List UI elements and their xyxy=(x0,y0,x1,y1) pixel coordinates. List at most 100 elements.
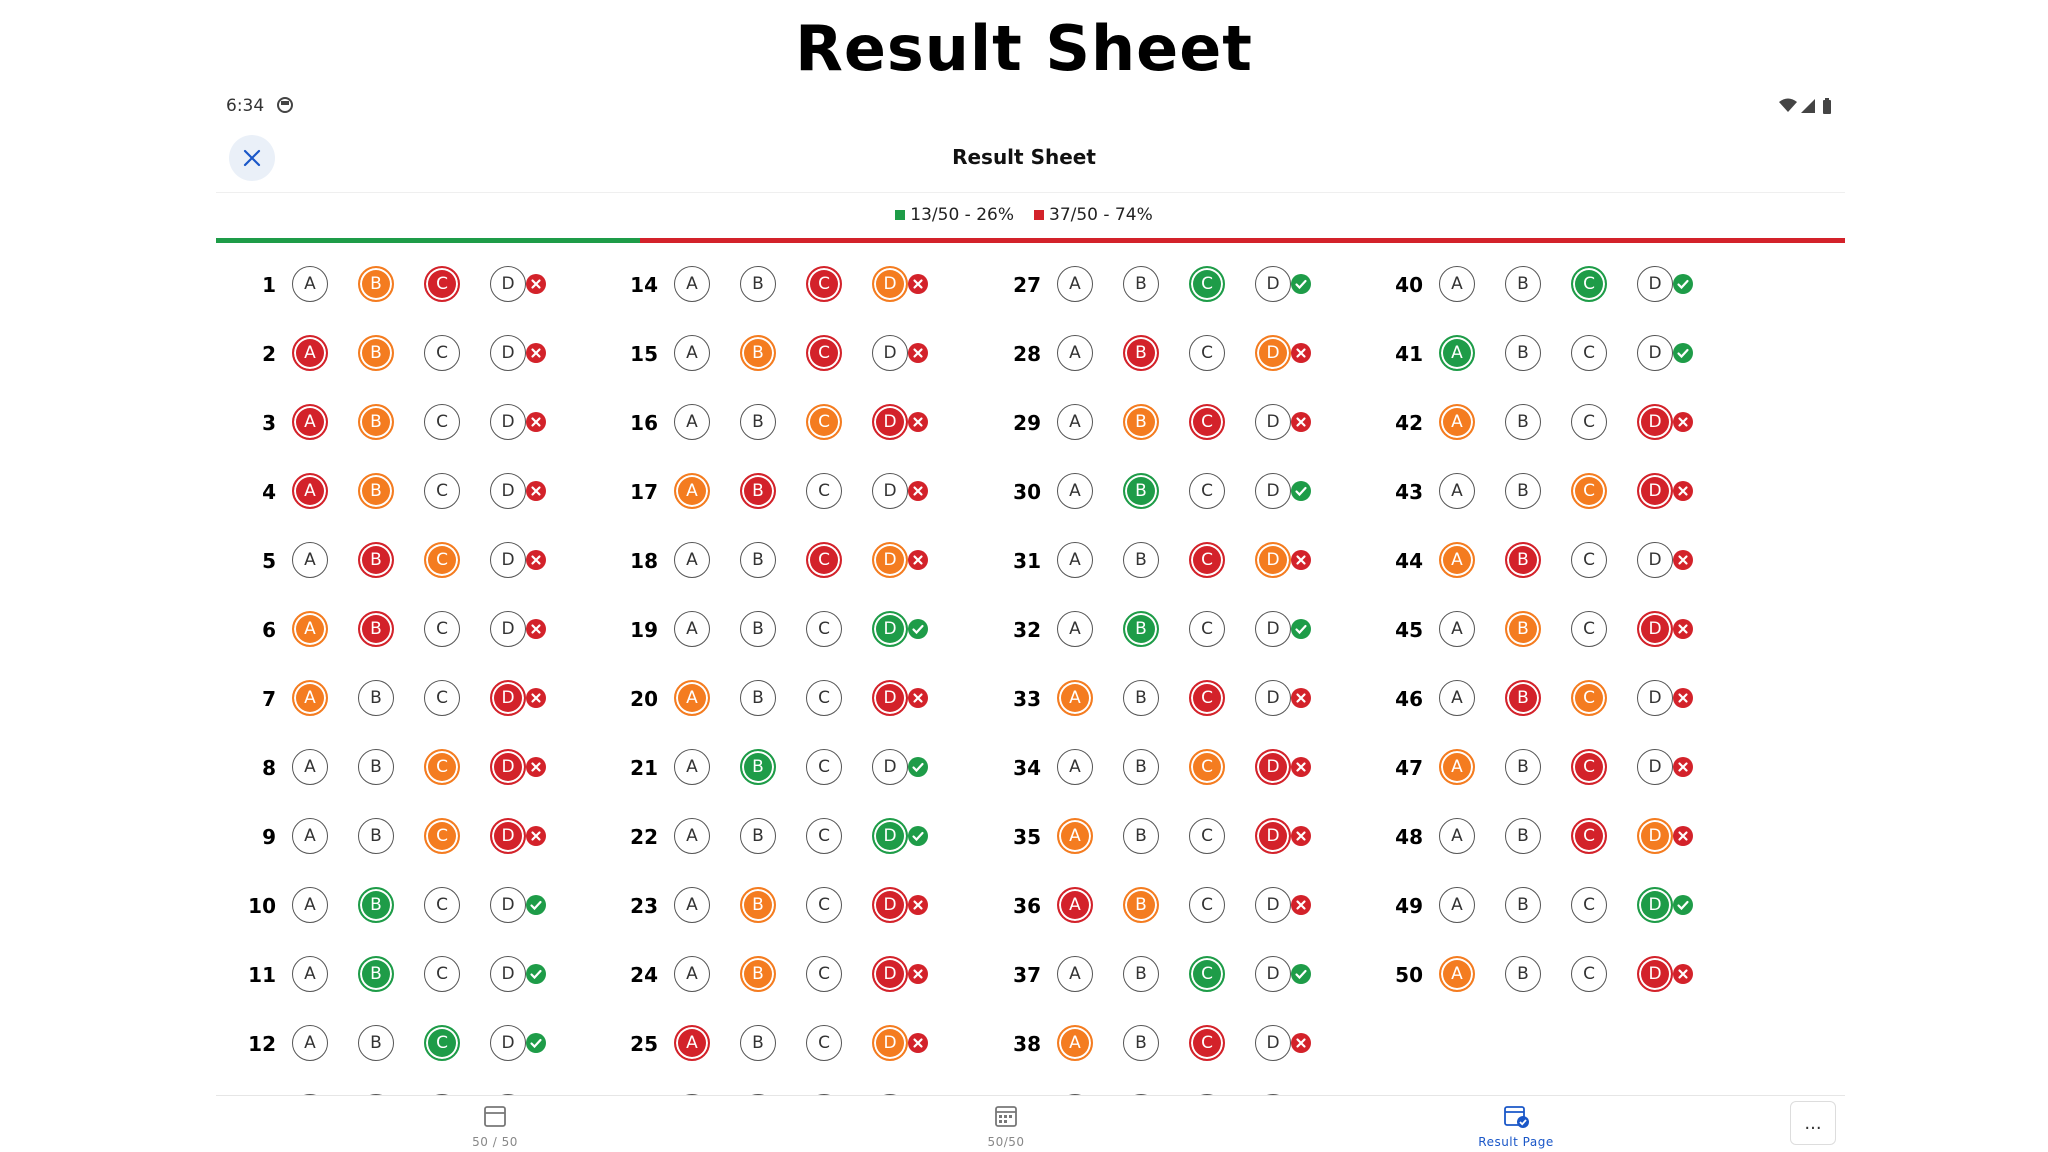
more-options-button[interactable]: ... xyxy=(1790,1101,1836,1145)
question-row: 33 A B C D xyxy=(981,666,1361,734)
option-bubble-c: C xyxy=(1571,680,1607,716)
correct-check-icon xyxy=(908,757,928,777)
option-bubble-c: C xyxy=(1571,266,1607,302)
correct-check-icon xyxy=(1291,274,1311,294)
option-bubble-c: C xyxy=(1571,956,1607,992)
option-bubble-c: C xyxy=(1571,887,1607,923)
nav-item-result-page[interactable]: Result Page xyxy=(1446,1096,1586,1150)
wrong-icon xyxy=(526,619,546,639)
option-bubble-d: D xyxy=(1637,404,1673,440)
option-bubble-b: B xyxy=(1123,611,1159,647)
correct-check-icon xyxy=(526,895,546,915)
option-bubble-d: D xyxy=(1255,335,1291,371)
option-bubble-a: A xyxy=(1057,680,1093,716)
option-bubble-d: D xyxy=(490,473,526,509)
question-number: 37 xyxy=(1013,963,1041,987)
option-bubble-d: D xyxy=(1637,611,1673,647)
option-bubble-a: A xyxy=(674,335,710,371)
option-bubble-a: A xyxy=(674,266,710,302)
question-number: 22 xyxy=(630,825,658,849)
option-bubble-b: B xyxy=(1505,818,1541,854)
wrong-icon xyxy=(526,343,546,363)
option-bubble-b: B xyxy=(1505,956,1541,992)
option-bubble-c: C xyxy=(424,266,460,302)
result-page-icon xyxy=(1504,1106,1529,1128)
correct-check-icon xyxy=(1673,343,1693,363)
option-bubble-a: A xyxy=(292,680,328,716)
question-number: 45 xyxy=(1395,618,1423,642)
question-number: 14 xyxy=(630,273,658,297)
correct-check-icon xyxy=(526,1033,546,1053)
wrong-icon xyxy=(1291,343,1311,363)
question-row: 45 A B C D xyxy=(1363,597,1743,665)
option-bubble-a: A xyxy=(292,404,328,440)
option-bubble-b: B xyxy=(1505,611,1541,647)
nav-item-questions[interactable]: 50 / 50 xyxy=(425,1096,565,1150)
more-icon: ... xyxy=(1804,1112,1822,1134)
calendar-grid-icon xyxy=(995,1106,1017,1127)
option-bubble-c: C xyxy=(1571,542,1607,578)
option-bubble-c: C xyxy=(1189,1025,1225,1061)
wrong-icon xyxy=(1673,412,1693,432)
question-row: 9ABCD xyxy=(216,804,596,872)
option-bubble-d: D xyxy=(1637,956,1673,992)
option-bubble-b: B xyxy=(1505,680,1541,716)
option-bubble-d: D xyxy=(1255,887,1291,923)
option-bubble-c: C xyxy=(1189,266,1225,302)
question-number: 7 xyxy=(262,687,276,711)
question-number: 34 xyxy=(1013,756,1041,780)
question-number: 3 xyxy=(262,411,276,435)
option-bubble-c: C xyxy=(424,1025,460,1061)
wrong-icon xyxy=(1673,964,1693,984)
option-bubble-a: A xyxy=(1057,1025,1093,1061)
option-bubble-c: C xyxy=(424,887,460,923)
option-bubble-d: D xyxy=(490,956,526,992)
wrong-icon xyxy=(526,481,546,501)
option-bubble-a: A xyxy=(292,956,328,992)
question-row: 3ABCD xyxy=(216,390,596,458)
option-bubble-a: A xyxy=(1439,680,1475,716)
option-bubble-a: A xyxy=(292,887,328,923)
option-bubble-c: C xyxy=(1189,404,1225,440)
option-bubble-c: C xyxy=(806,1025,842,1061)
option-bubble-a: A xyxy=(1057,335,1093,371)
option-bubble-b: B xyxy=(1505,404,1541,440)
wifi-icon xyxy=(1779,98,1797,112)
option-bubble-b: B xyxy=(1505,473,1541,509)
option-bubble-c: C xyxy=(806,404,842,440)
option-bubble-b: B xyxy=(740,335,776,371)
wrong-icon xyxy=(1291,412,1311,432)
option-bubble-d: D xyxy=(490,404,526,440)
wrong-icon xyxy=(526,688,546,708)
option-bubble-a: A xyxy=(292,473,328,509)
option-bubble-d: D xyxy=(1637,473,1673,509)
question-row: 5ABCD xyxy=(216,528,596,596)
question-number: 2 xyxy=(262,342,276,366)
wrong-icon xyxy=(908,343,928,363)
question-row: 1ABCD xyxy=(216,252,596,320)
wrong-icon xyxy=(1673,688,1693,708)
question-row: 25 A B C D xyxy=(598,1011,978,1079)
option-bubble-d: D xyxy=(1637,680,1673,716)
option-bubble-c: C xyxy=(806,818,842,854)
option-bubble-d: D xyxy=(1255,266,1291,302)
option-bubble-c: C xyxy=(424,818,460,854)
wrong-icon xyxy=(908,412,928,432)
wrong-icon xyxy=(908,481,928,501)
option-bubble-b: B xyxy=(1123,887,1159,923)
question-row: 13ABCD xyxy=(216,1080,596,1095)
option-bubble-c: C xyxy=(806,887,842,923)
option-bubble-a: A xyxy=(1439,887,1475,923)
wrong-icon xyxy=(526,826,546,846)
question-row: 16 A B C D xyxy=(598,390,978,458)
option-bubble-c: C xyxy=(424,680,460,716)
option-bubble-b: B xyxy=(740,749,776,785)
nav-item-answers[interactable]: 50/50 xyxy=(936,1096,1076,1150)
question-number: 33 xyxy=(1013,687,1041,711)
question-row: 8ABCD xyxy=(216,735,596,803)
option-bubble-b: B xyxy=(358,266,394,302)
question-row: 7ABCD xyxy=(216,666,596,734)
option-bubble-b: B xyxy=(1123,956,1159,992)
wrong-icon xyxy=(1673,481,1693,501)
option-bubble-d: D xyxy=(872,611,908,647)
